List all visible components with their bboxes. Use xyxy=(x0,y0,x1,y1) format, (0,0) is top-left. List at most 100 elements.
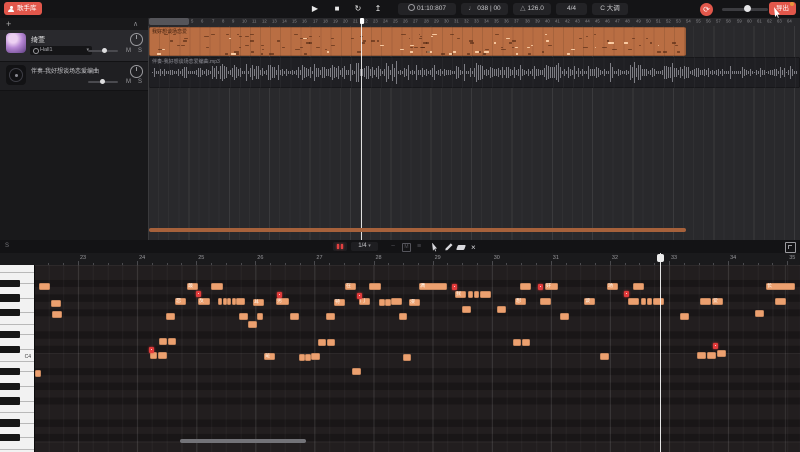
black-key[interactable] xyxy=(0,397,20,404)
midi-clip[interactable]: 我好想谈场恋爱 xyxy=(149,27,686,56)
midi-note[interactable]: 特 xyxy=(334,299,345,306)
track2-solo-button[interactable]: S xyxy=(138,78,142,86)
midi-note[interactable] xyxy=(680,313,689,320)
midi-note[interactable] xyxy=(239,313,248,320)
arrangement-ruler[interactable]: 1234567891011121314151617181920212223242… xyxy=(148,18,800,26)
master-volume-knob[interactable] xyxy=(744,5,751,12)
pitch-flag-marker[interactable] xyxy=(538,284,543,290)
midi-note[interactable] xyxy=(326,313,335,320)
midi-note[interactable] xyxy=(236,298,245,305)
snap-control[interactable]: 1/4 ▾ xyxy=(351,242,378,251)
midi-note[interactable] xyxy=(647,298,652,305)
toolbar-left-label[interactable]: S xyxy=(5,243,9,249)
midi-note[interactable] xyxy=(150,352,157,359)
audio-avatar[interactable] xyxy=(6,65,26,85)
mute-tool-icon[interactable]: M xyxy=(402,243,411,252)
tempo-display[interactable]: △126.0 xyxy=(513,3,551,15)
track-vocal[interactable]: 绮萱 Hall1 ▾ M S xyxy=(0,30,148,62)
midi-note[interactable] xyxy=(232,298,236,305)
midi-note[interactable]: 爱 xyxy=(712,298,723,305)
midi-note[interactable] xyxy=(497,306,506,313)
singer-avatar[interactable] xyxy=(6,33,26,53)
midi-note[interactable] xyxy=(51,300,61,307)
midi-note[interactable] xyxy=(168,338,176,345)
midi-note[interactable] xyxy=(352,368,361,375)
midi-note[interactable]: 谈 xyxy=(584,298,595,305)
midi-note[interactable] xyxy=(717,350,726,357)
midi-note[interactable] xyxy=(700,298,711,305)
midi-note[interactable] xyxy=(707,352,716,359)
black-key[interactable] xyxy=(0,434,20,441)
black-key[interactable] xyxy=(0,368,20,375)
track-accompaniment[interactable]: 伴奏-我好想谈场恋爱编曲 M S xyxy=(0,62,148,91)
black-key[interactable] xyxy=(0,419,20,426)
refresh-button[interactable]: ⟳ xyxy=(700,3,713,16)
arrangement-playhead-handle[interactable] xyxy=(360,18,364,24)
pencil-tool-button[interactable] xyxy=(443,243,453,252)
eraser-tool-button[interactable] xyxy=(456,243,466,252)
black-key[interactable] xyxy=(0,280,20,287)
midi-note[interactable] xyxy=(52,311,62,318)
midi-note[interactable] xyxy=(633,283,644,290)
midi-note[interactable] xyxy=(600,353,609,360)
ruler-range-handle[interactable] xyxy=(149,18,189,25)
midi-note[interactable] xyxy=(166,313,175,320)
midi-note[interactable] xyxy=(403,354,411,361)
midi-note[interactable]: 男 xyxy=(276,298,289,305)
audio-clip[interactable]: 伴奏-我好想谈场恋爱编曲.mp3 xyxy=(149,57,800,88)
midi-note[interactable] xyxy=(39,283,50,290)
midi-note[interactable] xyxy=(755,310,764,317)
midi-note[interactable] xyxy=(218,298,222,305)
midi-note[interactable] xyxy=(35,370,41,377)
time-display[interactable]: 01:10:807 xyxy=(398,3,456,15)
pitch-flag-marker[interactable] xyxy=(196,291,201,297)
midi-note[interactable]: 我 xyxy=(455,291,466,298)
midi-note[interactable] xyxy=(641,298,646,305)
midi-note[interactable] xyxy=(653,298,664,305)
singer-library-button[interactable]: 歌手库 xyxy=(4,2,42,15)
midi-note[interactable]: 漫 xyxy=(409,299,420,306)
scissors-tool-button[interactable]: × xyxy=(469,243,479,252)
midi-note[interactable] xyxy=(223,298,227,305)
midi-note[interactable] xyxy=(468,291,473,298)
loop-button[interactable]: ↻ xyxy=(352,3,364,15)
track1-solo-button[interactable]: S xyxy=(138,47,142,55)
pitch-flag-marker[interactable] xyxy=(149,347,154,353)
track1-preset-dropdown[interactable]: Hall1 ▾ xyxy=(30,46,92,55)
midi-note[interactable]: 是 xyxy=(264,353,275,360)
midi-note[interactable] xyxy=(327,339,335,346)
black-key[interactable] xyxy=(0,294,20,301)
piano-roll-grid[interactable] xyxy=(34,265,800,452)
midi-note[interactable] xyxy=(369,283,381,290)
midi-note[interactable]: 反 xyxy=(198,298,210,305)
track2-mute-button[interactable]: M xyxy=(126,78,131,86)
midi-note[interactable] xyxy=(540,298,551,305)
pitch-flag-marker[interactable] xyxy=(713,343,718,349)
key-display[interactable]: C 大调 xyxy=(592,3,628,15)
midi-note[interactable] xyxy=(560,313,569,320)
piano-roll-playhead-handle[interactable] xyxy=(657,254,664,262)
midi-note[interactable]: 好 xyxy=(545,283,558,290)
pitch-flag-marker[interactable] xyxy=(357,293,362,299)
midi-note[interactable] xyxy=(697,352,706,359)
midi-note[interactable] xyxy=(290,313,299,320)
black-key[interactable] xyxy=(0,346,20,353)
midi-note[interactable]: 恋 xyxy=(175,298,186,305)
arrangement-scrollbar[interactable] xyxy=(149,228,686,232)
midi-note[interactable] xyxy=(158,352,167,359)
expand-icon[interactable] xyxy=(785,242,796,253)
follow-playhead-button[interactable]: ↥ xyxy=(372,3,384,15)
midi-note[interactable] xyxy=(520,283,531,290)
pointer-tool-button[interactable] xyxy=(430,243,440,252)
play-button[interactable]: ▶ xyxy=(309,3,321,15)
black-key[interactable] xyxy=(0,309,20,316)
midi-note[interactable] xyxy=(311,353,320,360)
arrangement-playhead[interactable] xyxy=(361,18,362,240)
time-signature-display[interactable]: 4/4 xyxy=(556,3,587,15)
midi-note[interactable]: 最 xyxy=(187,283,198,290)
stop-button[interactable]: ■ xyxy=(331,3,343,15)
track2-volume-knob[interactable] xyxy=(100,79,105,84)
pitch-flag-marker[interactable] xyxy=(277,292,282,298)
midi-note[interactable] xyxy=(227,298,231,305)
midi-note[interactable]: 长 xyxy=(766,283,795,290)
